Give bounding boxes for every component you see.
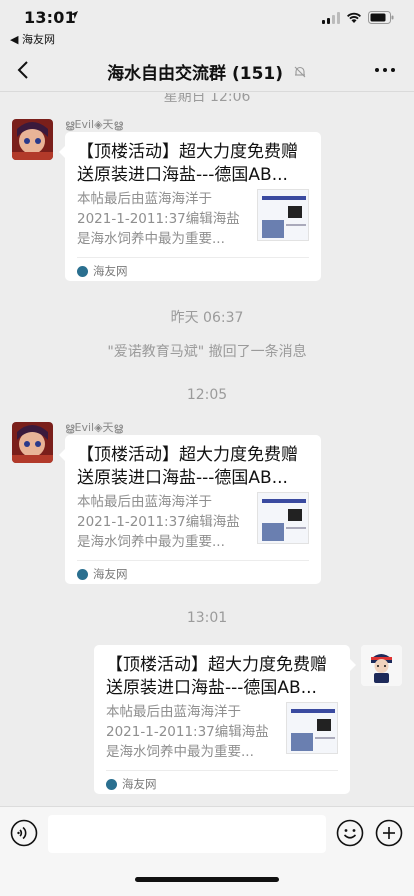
avatar-cartoon-image [361,645,402,686]
card-thumbnail [286,702,338,754]
sender-avatar[interactable] [12,422,53,463]
voice-icon[interactable] [10,819,38,847]
chat-header: 海水自由交流群 (151) [0,48,414,92]
card-title: 【顶楼活动】超大力度免费赠送原装进口海盐---德国AB... [77,445,298,488]
battery-icon [368,11,394,24]
card-source: 海友网 [77,263,128,279]
status-bar: 13:01 ◀ 海友网 [0,0,414,48]
source-name: 海友网 [93,264,128,278]
card-description: 本帖最后由蓝海海洋于2021-1-2011:37编辑海盐是海水饲养中最为重要..… [77,191,240,247]
plus-icon[interactable] [375,819,403,847]
home-indicator [135,877,279,882]
emoji-icon[interactable] [336,819,364,847]
input-bar [0,806,414,896]
message-list[interactable]: 星期日 12:06 ൠEvil◈天ൠ 【顶楼活动】超大力度免费赠送原装进口海盐-… [0,93,414,806]
card-source: 海友网 [106,776,157,792]
bell-slash-icon [294,66,306,77]
source-name: 海友网 [122,777,157,791]
sender-name: ൠEvil◈天ൠ [65,421,124,434]
source-name: 海友网 [93,567,128,581]
recall-notice: "爱诺教育马斌" 撤回了一条消息 [107,344,307,360]
link-card[interactable]: 【顶楼活动】超大力度免费赠送原装进口海盐---德国AB... 本帖最后由蓝海海洋… [94,645,356,794]
status-indicators [322,11,394,24]
card-thumbnail [257,492,309,544]
sender-name: ൠEvil◈天ൠ [65,118,124,131]
sender-avatar[interactable] [12,119,53,160]
source-logo-icon [106,778,117,790]
timestamp-partial: 星期日 12:06 [163,93,251,105]
wifi-icon [347,12,361,23]
link-card[interactable]: 【顶楼活动】超大力度免费赠送原装进口海盐---德国AB... 本帖最后由蓝海海洋… [59,132,321,281]
my-avatar[interactable] [361,645,402,686]
card-title: 【顶楼活动】超大力度免费赠送原装进口海盐---德国AB... [106,655,327,698]
card-title: 【顶楼活动】超大力度免费赠送原装进口海盐---德国AB... [77,142,298,185]
chat-title-text: 海水自由交流群 (151) [107,64,284,84]
timestamp: 12:05 [186,387,228,403]
back-to-app-link[interactable]: ◀ 海友网 [10,31,55,47]
source-logo-icon [77,568,88,580]
message-input[interactable] [48,815,326,853]
card-description: 本帖最后由蓝海海洋于2021-1-2011:37编辑海盐是海水饲养中最为重要..… [77,494,240,550]
timestamp: 昨天 06:37 [170,310,244,326]
card-description: 本帖最后由蓝海海洋于2021-1-2011:37编辑海盐是海水饲养中最为重要..… [106,704,269,760]
link-card[interactable]: 【顶楼活动】超大力度免费赠送原装进口海盐---德国AB... 本帖最后由蓝海海洋… [59,435,321,584]
avatar-anime-image [12,119,53,160]
source-logo-icon [77,265,88,277]
card-thumbnail [257,189,309,241]
timestamp: 13:01 [186,610,228,626]
signal-icon [322,11,340,24]
location-arrow-icon [70,11,78,19]
chat-title: 海水自由交流群 (151) [0,59,414,84]
more-options-icon[interactable] [374,62,396,78]
card-source: 海友网 [77,566,128,582]
avatar-anime-image [12,422,53,463]
